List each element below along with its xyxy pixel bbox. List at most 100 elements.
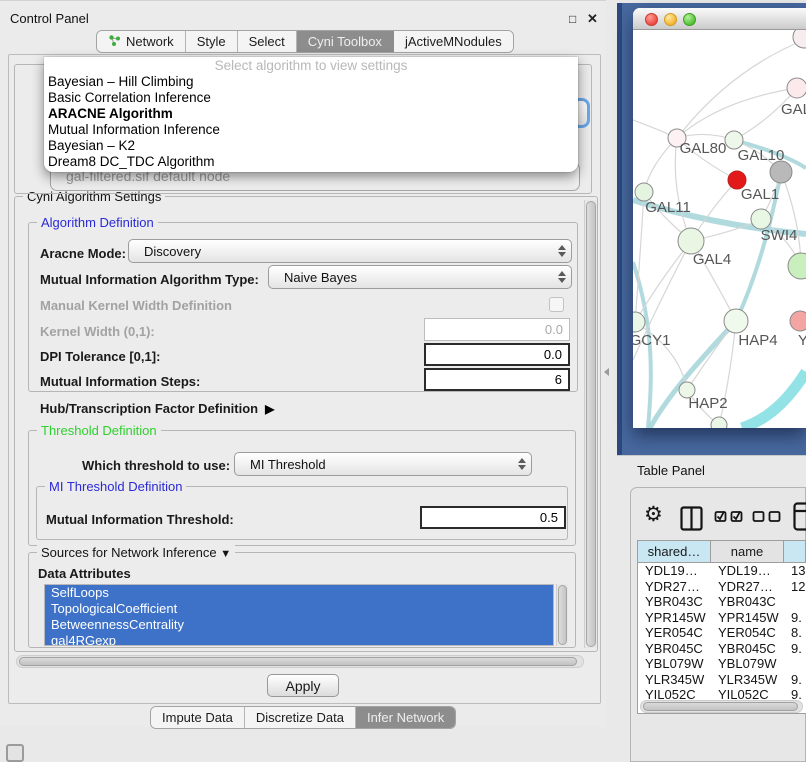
manual-kernel-checkbox[interactable] [549,297,564,312]
which-threshold-combo[interactable]: MI Threshold [234,452,532,476]
tab-infer-network[interactable]: Infer Network [356,707,455,728]
checked-checkbox-icon[interactable] [714,509,728,528]
tab-style[interactable]: Style [186,31,238,52]
table-header-row: shared…name [638,541,806,563]
tab-label: Discretize Data [256,710,344,725]
expand-arrow-icon[interactable]: ▶ [265,402,274,416]
attribute-list-item[interactable]: SelfLoops [45,585,553,601]
kernel-width-label: Kernel Width (0,1): [40,324,155,339]
tab-jactivemnodules[interactable]: jActiveMNodules [394,31,513,52]
unchecked-checkbox-icon[interactable] [752,509,766,528]
graph-node-label: GAL1 [741,186,779,203]
mac-close-icon[interactable] [645,13,658,26]
kernel-width-field[interactable]: 0.0 [424,318,570,341]
tab-cyni-toolbox[interactable]: Cyni Toolbox [297,31,394,52]
table-horizontal-scrollbar[interactable] [640,700,803,713]
close-window-icon[interactable]: ✕ [587,11,598,27]
graph-node[interactable] [711,417,727,428]
graph-node-gal1[interactable] [770,161,792,183]
dpi-tolerance-field[interactable]: 0.0 [424,343,570,366]
graph-node-label: HAP2 [688,395,727,412]
table-row[interactable]: YDR27…YDR27…12 [638,579,806,595]
attribute-list-item[interactable]: TopologicalCoefficient [45,601,553,617]
table-row[interactable]: YBR043CYBR043C [638,594,806,610]
gear-icon[interactable]: ⚙ [644,502,663,526]
mi-steps-field[interactable]: 6 [424,368,570,391]
tab-discretize-data[interactable]: Discretize Data [245,707,356,728]
table-cell: 8. [784,625,806,641]
unchecked-checkbox-icon[interactable] [768,509,782,528]
algorithm-option[interactable]: Bayesian – K2 [44,138,578,154]
network-window-titlebar[interactable] [633,8,806,30]
hub-section-label: Hub/Transcription Factor Definition [40,401,258,416]
graph-node-label: GAL11 [645,199,691,216]
algorithm-option[interactable]: Basic Correlation Inference [44,90,578,106]
table-column-header[interactable] [784,541,806,563]
new-table-icon[interactable] [793,502,806,536]
table-cell: YLR345W [638,672,711,688]
settings-horizontal-scrollbar[interactable] [16,655,584,668]
table-row[interactable]: YBR045CYBR045C9. [638,641,806,657]
tab-select[interactable]: Select [238,31,297,52]
mac-zoom-icon[interactable] [683,13,696,26]
table-cell: YDL19… [711,563,784,579]
graph-node-swi4[interactable] [751,209,771,229]
float-window-icon[interactable]: □ [569,12,576,26]
table-cell: 9. [784,610,806,626]
sources-title: Sources for Network Inference [41,545,217,560]
table-column-header[interactable]: name [711,541,784,563]
minimized-panel-icon[interactable] [6,744,24,762]
table-cell: YBR045C [638,641,711,657]
graph-node[interactable] [793,30,806,48]
graph-node-gal[interactable] [787,78,806,98]
data-attributes-list[interactable]: SelfLoopsTopologicalCoefficientBetweenne… [44,584,554,646]
table-column-header[interactable]: shared… [638,541,711,563]
tab-label: Cyni Toolbox [308,34,382,49]
attribute-list-item[interactable]: gal4RGexp [45,633,553,646]
graph-node-hap4[interactable] [724,309,748,333]
attribute-list-item[interactable]: BetweennessCentrality [45,617,553,633]
collapse-arrow-icon[interactable]: ▼ [220,548,231,560]
graph-node-label: SWI4 [761,227,798,244]
node-table: shared…name YDL19…YDL19…13YDR27…YDR27…12… [637,540,806,714]
hub-section-toggle[interactable]: Hub/Transcription Factor Definition ▶ [40,401,274,416]
tab-label: Network [126,34,174,49]
graph-node[interactable] [788,253,806,279]
apply-button[interactable]: Apply [267,674,339,697]
algorithm-option[interactable]: ARACNE Algorithm [44,106,578,122]
table-row[interactable]: YER054CYER054C8. [638,625,806,641]
control-tabs: Network StyleSelect Cyni Toolbox jActiveMNo… [96,30,514,53]
checked-checkbox-icon[interactable] [730,509,744,528]
table-row[interactable]: YPR145WYPR145W9. [638,610,806,626]
algorithm-option[interactable]: Mutual Information Inference [44,122,578,138]
aracne-mode-value: Discovery [144,244,201,259]
table-cell: YER054C [638,625,711,641]
tab-network[interactable]: Network [97,31,186,52]
table-cell: YBL079W [711,656,784,672]
network-graph-canvas[interactable]: GALGAL80GAL10GAL1GAL11SWI4GAL4GCY1HAP4YH… [633,30,806,428]
table-row[interactable]: YLR345WYLR345W9. [638,672,806,688]
mac-minimize-icon[interactable] [664,13,677,26]
graph-node-gcy1[interactable] [633,312,645,332]
table-body: YDL19…YDL19…13YDR27…YDR27…12YBR043CYBR04… [638,563,806,703]
mi-type-combo[interactable]: Naive Bayes [268,265,572,289]
sources-legend: Sources for Network Inference ▼ [37,545,235,560]
algorithm-option[interactable]: Bayesian – Hill Climbing [44,74,578,90]
mi-type-value: Naive Bayes [284,270,357,285]
table-row[interactable]: YBL079WYBL079W [638,656,806,672]
tab-impute-data[interactable]: Impute Data [151,707,245,728]
table-row[interactable]: YDL19…YDL19…13 [638,563,806,579]
attributes-vertical-scrollbar[interactable] [556,584,568,646]
algorithm-dropdown-hint: Select algorithm to view settings [44,57,578,74]
graph-node-y[interactable] [790,311,806,331]
algorithm-option[interactable]: Dream8 DC_TDC Algorithm [44,154,578,170]
mi-threshold-field[interactable]: 0.5 [420,506,566,529]
table-cell: YBR043C [638,594,711,610]
settings-vertical-scrollbar[interactable] [584,200,597,648]
split-columns-icon[interactable] [680,506,703,536]
threshold-definition-legend: Threshold Definition [37,423,161,438]
split-divider-collapse-icon[interactable] [604,368,609,376]
table-cell: 9. [784,672,806,688]
aracne-mode-combo[interactable]: Discovery [128,239,572,263]
table-cell: 13 [784,563,806,579]
